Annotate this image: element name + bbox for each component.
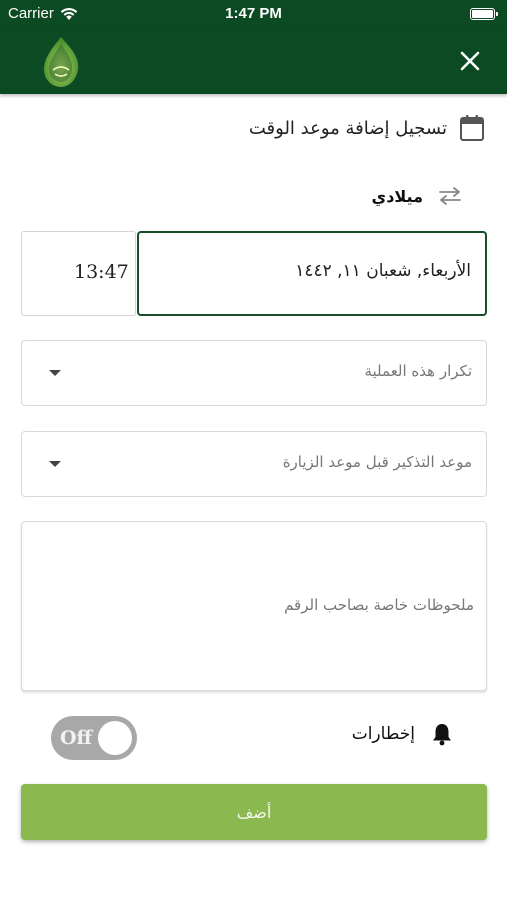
page-title: تسجيل إضافة موعد الوقت	[248, 117, 447, 139]
swap-arrows-icon	[439, 187, 461, 205]
repeat-select-placeholder: تكرار هذه العملية	[364, 362, 472, 380]
calendar-type-switch[interactable]: ميلادي	[372, 186, 463, 206]
notifications-toggle[interactable]: Off	[51, 716, 137, 760]
status-bar: Carrier 1:47 PM	[0, 0, 507, 30]
calendar-icon	[460, 115, 484, 141]
date-field[interactable]: الأربعاء, شعبان ١١, ١٤٤٢	[137, 231, 487, 316]
app-bar	[0, 30, 507, 94]
bell-icon	[433, 724, 451, 746]
form-title-row: تسجيل إضافة موعد الوقت	[249, 114, 485, 142]
date-value: الأربعاء, شعبان ١١, ١٤٤٢	[295, 261, 471, 281]
time-field[interactable]: 13:47	[21, 231, 136, 316]
status-time: 1:47 PM	[225, 5, 282, 22]
reminder-select-placeholder: موعد التذكير قبل موعد الزيارة	[282, 453, 472, 471]
chevron-down-icon	[49, 370, 61, 376]
leaf-logo-icon	[44, 37, 79, 87]
calendar-type-label: ميلادي	[371, 186, 423, 206]
chevron-down-icon	[49, 461, 61, 467]
notifications-row: إخطارات	[352, 722, 453, 746]
notifications-label: إخطارات	[351, 724, 415, 744]
time-value: 13:47	[74, 261, 129, 283]
toggle-knob	[98, 721, 132, 755]
repeat-select[interactable]: تكرار هذه العملية	[21, 340, 487, 406]
toggle-state-label: Off	[60, 727, 93, 749]
add-button[interactable]: أضف	[21, 784, 487, 840]
battery-icon	[470, 8, 498, 20]
notes-field[interactable]: ملحوظات خاصة بصاحب الرقم	[21, 521, 487, 691]
add-button-label: أضف	[236, 802, 272, 822]
close-icon[interactable]	[455, 46, 485, 76]
notes-placeholder: ملحوظات خاصة بصاحب الرقم	[284, 596, 474, 614]
reminder-select[interactable]: موعد التذكير قبل موعد الزيارة	[21, 431, 487, 497]
